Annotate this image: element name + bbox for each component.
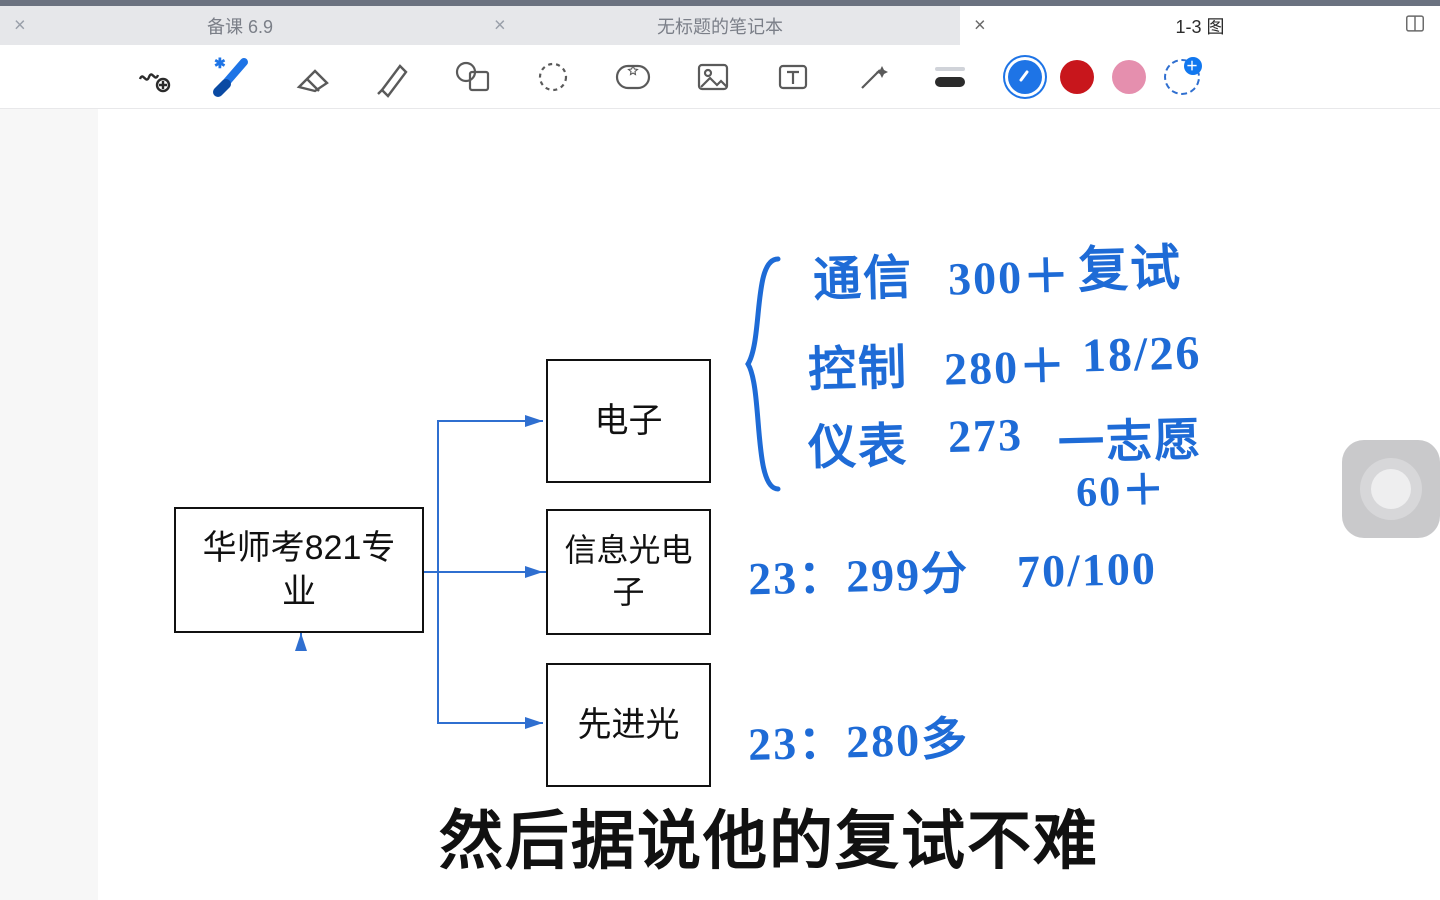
page-nav-icon[interactable] [130, 54, 176, 100]
lasso-icon[interactable] [530, 54, 576, 100]
diagram-child-label: 先进光 [578, 703, 680, 747]
color-pink[interactable] [1112, 60, 1146, 94]
close-icon[interactable]: × [14, 14, 26, 37]
tab-3[interactable]: × 1-3 图 [960, 6, 1440, 45]
highlighter-icon[interactable] [370, 54, 416, 100]
text-icon[interactable] [770, 54, 816, 100]
connectors [98, 109, 1398, 900]
hand-row3-title: 仪表 [807, 406, 909, 479]
tab-label: 无标题的笔记本 [657, 13, 783, 39]
line-thickness-selector[interactable] [930, 67, 970, 87]
hand-row3-score: 273 [947, 408, 1023, 463]
hand-mid-line: 23：299分 70/100 [747, 532, 1157, 609]
svg-text:✱: ✱ [214, 55, 226, 71]
diagram-child-1: 电子 [546, 359, 711, 483]
shapes-icon[interactable] [450, 54, 496, 100]
color-add[interactable]: ＋ [1164, 59, 1200, 95]
diagram-child-label: 电子 [595, 399, 663, 443]
tab-label: 1-3 图 [1175, 13, 1224, 39]
eraser-icon[interactable] [290, 54, 336, 100]
diagram-root-label: 华师考821专业 [190, 526, 408, 614]
diagram-child-2: 信息光电子 [546, 509, 711, 635]
diagram-root: 华师考821专业 [174, 507, 424, 633]
sticker-icon[interactable] [610, 54, 656, 100]
color-red[interactable] [1060, 60, 1094, 94]
hand-row3-sub: 60＋ [1075, 456, 1167, 519]
hand-row1-note: 复试 [1077, 228, 1183, 303]
video-subtitle: 然后据说他的复试不难 [439, 790, 1099, 882]
hand-row2-note: 18/26 [1081, 325, 1202, 383]
canvas[interactable]: 华师考821专业 电子 信息光电子 先进光 通信 300＋ 复试 控制 280＋… [98, 109, 1440, 900]
hand-row1-score: 300＋ [947, 239, 1072, 308]
color-blue[interactable] [1008, 60, 1042, 94]
diagram-child-3: 先进光 [546, 663, 711, 787]
hand-row1-title: 通信 [812, 238, 914, 311]
tab-2[interactable]: × 无标题的笔记本 [480, 6, 960, 45]
tab-bar: × 备课 6.9 × 无标题的笔记本 × 1-3 图 [0, 6, 1440, 45]
magic-icon[interactable] [850, 54, 896, 100]
close-icon[interactable]: × [974, 14, 986, 37]
diagram-child-label: 信息光电子 [562, 530, 695, 613]
book-icon[interactable] [1404, 12, 1426, 39]
tab-1[interactable]: × 备课 6.9 [0, 6, 480, 45]
color-palette: ＋ [1008, 59, 1200, 95]
toolbar: ✱ [0, 45, 1440, 109]
image-icon[interactable] [690, 54, 736, 100]
close-icon[interactable]: × [494, 14, 506, 37]
pen-icon[interactable]: ✱ [210, 54, 256, 100]
tab-label: 备课 6.9 [207, 13, 273, 39]
hand-row2-title: 控制 [807, 328, 909, 401]
assistive-touch[interactable] [1342, 440, 1440, 538]
hand-bot-line: 23：280多 [747, 702, 970, 774]
hand-row2-score: 280＋ [943, 329, 1068, 398]
